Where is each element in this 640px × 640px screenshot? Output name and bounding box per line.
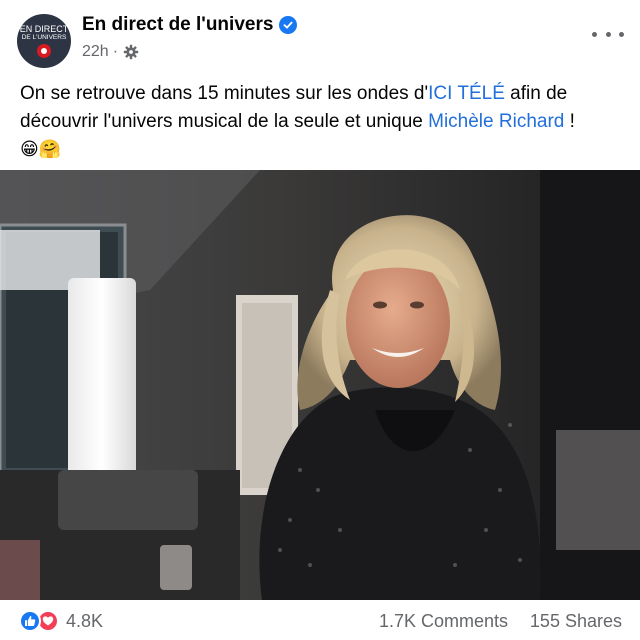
avatar-text-line-1: EN DIRECT <box>19 23 69 34</box>
post-timestamp[interactable]: 22h <box>82 43 109 61</box>
more-dot-icon <box>592 31 597 37</box>
more-dot-icon <box>605 31 611 37</box>
radio-canada-logo-icon <box>37 43 51 58</box>
page-avatar[interactable]: EN DIRECT DE L'UNIVERS <box>17 14 71 68</box>
meta-separator: · <box>112 43 119 60</box>
post-meta: 22h · <box>82 43 139 61</box>
post-text-part: On se retrouve dans 15 minutes sur les o… <box>20 83 429 104</box>
reactions-count[interactable]: 4.8K <box>66 611 103 632</box>
michele-richard-link[interactable]: Michèle Richard <box>428 111 564 132</box>
emoji-row: 😁🤗 <box>20 139 62 159</box>
reaction-icons[interactable] <box>19 610 59 632</box>
post-text-part: ! <box>564 111 575 132</box>
shares-count[interactable]: 155 Shares <box>530 611 622 632</box>
more-dot-icon <box>619 31 624 37</box>
comments-count[interactable]: 1.7K Comments <box>379 611 508 632</box>
more-options-button[interactable] <box>592 22 624 46</box>
gear-icon <box>123 44 139 60</box>
avatar-text-line-2: DE L'UNIVERS <box>21 33 67 41</box>
author-row: En direct de l'univers <box>82 14 298 36</box>
post-header: EN DIRECT DE L'UNIVERS En direct de l'un… <box>0 0 640 72</box>
post-photo[interactable] <box>0 170 640 600</box>
like-reaction-icon <box>19 610 41 632</box>
author-name[interactable]: En direct de l'univers <box>82 14 273 36</box>
reactions-bar: 4.8K 1.7K Comments 155 Shares <box>0 600 640 640</box>
verified-badge-icon <box>279 16 298 34</box>
post-text: On se retrouve dans 15 minutes sur les o… <box>20 80 625 161</box>
ici-tele-link[interactable]: ICI TÉLÉ <box>428 83 505 104</box>
